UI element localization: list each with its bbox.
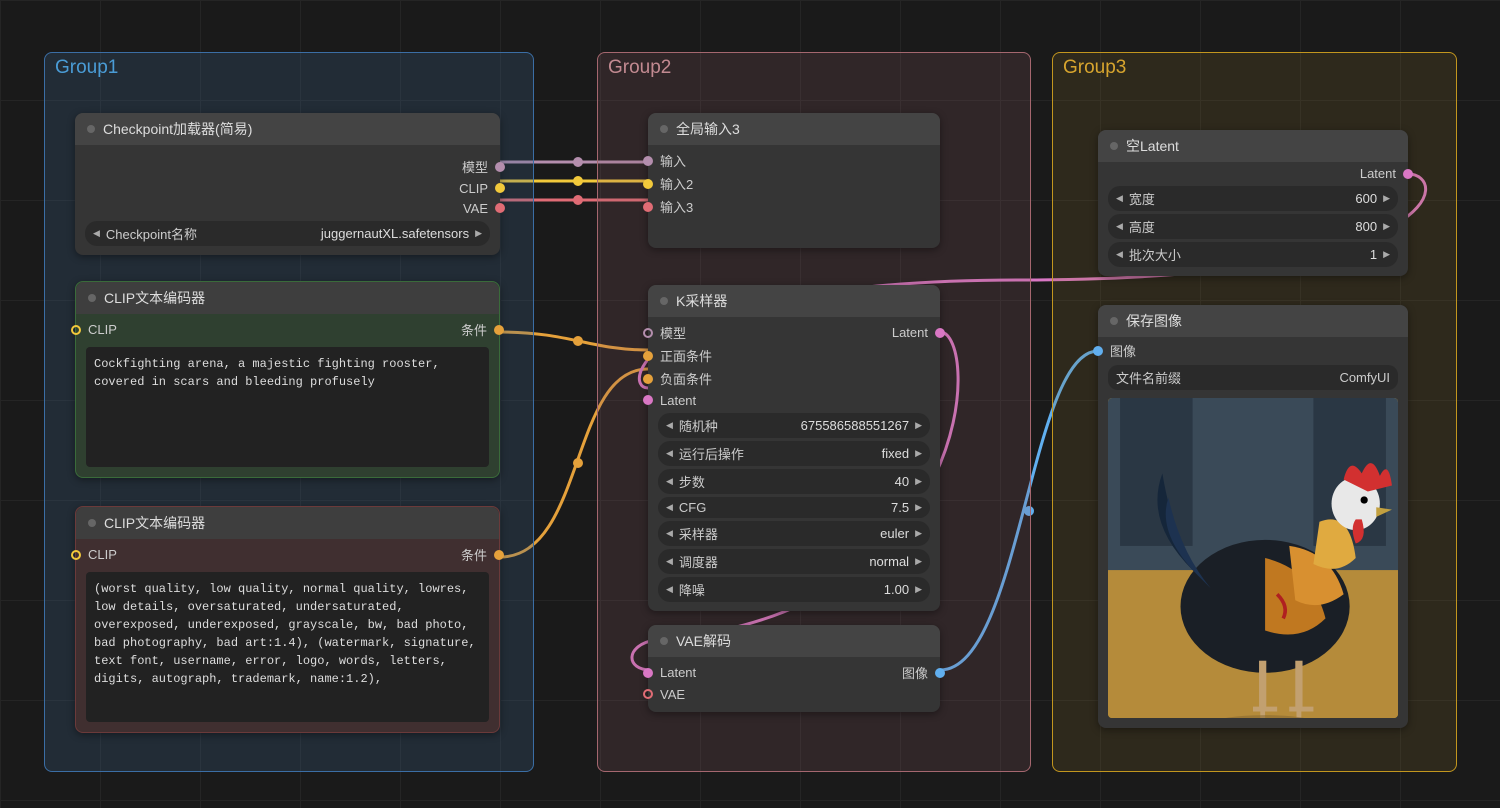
collapse-icon[interactable] [1110, 317, 1118, 325]
input-port-negative[interactable] [643, 374, 653, 384]
node-ksampler[interactable]: K采样器 模型 Latent 正面条件 负面条件 Latent 随机种 6755… [648, 285, 940, 611]
image-preview[interactable] [1108, 398, 1398, 718]
output-port-conditioning[interactable] [494, 550, 504, 560]
node-title: 全局输入3 [676, 119, 740, 139]
collapse-icon[interactable] [660, 637, 668, 645]
input-port-2[interactable] [643, 179, 653, 189]
node-clip-text-positive[interactable]: CLIP文本编码器 CLIP 条件 Cockfighting arena, a … [75, 281, 500, 478]
input-label: 负面条件 [660, 369, 712, 388]
input-port-1[interactable] [643, 156, 653, 166]
input-label: 输入2 [660, 174, 693, 193]
output-port-conditioning[interactable] [494, 325, 504, 335]
output-port-latent[interactable] [935, 328, 945, 338]
node-header[interactable]: Checkpoint加载器(简易) [75, 113, 500, 145]
node-header[interactable]: CLIP文本编码器 [76, 507, 499, 539]
node-title: CLIP文本编码器 [104, 513, 205, 533]
collapse-icon[interactable] [88, 294, 96, 302]
widget-label: Checkpoint名称 [93, 224, 197, 243]
input-label: 图像 [1110, 341, 1136, 360]
height-widget[interactable]: 高度 800 [1108, 214, 1398, 239]
node-title: CLIP文本编码器 [104, 288, 205, 308]
output-label: 条件 [461, 320, 487, 339]
node-header[interactable]: 空Latent [1098, 130, 1408, 162]
input-label: CLIP [88, 547, 117, 562]
denoise-widget[interactable]: 降噪 1.00 [658, 577, 930, 602]
collapse-icon[interactable] [87, 125, 95, 133]
node-header[interactable]: K采样器 [648, 285, 940, 317]
widget-value: juggernautXL.safetensors [321, 226, 482, 241]
after-gen-widget[interactable]: 运行后操作 fixed [658, 441, 930, 466]
group-title: Group3 [1063, 57, 1126, 79]
node-header[interactable]: CLIP文本编码器 [76, 282, 499, 314]
input-label: CLIP [88, 322, 117, 337]
input-port-positive[interactable] [643, 351, 653, 361]
node-save-image[interactable]: 保存图像 图像 文件名前缀 ComfyUI [1098, 305, 1408, 728]
node-empty-latent[interactable]: 空Latent Latent 宽度 600 高度 800 批次大小 1 [1098, 130, 1408, 276]
output-label: 图像 [902, 663, 928, 682]
prompt-textarea[interactable]: (worst quality, low quality, normal qual… [86, 572, 489, 722]
input-label: 正面条件 [660, 346, 712, 365]
input-label: Latent [660, 393, 696, 408]
scheduler-widget[interactable]: 调度器 normal [658, 549, 930, 574]
input-label: Latent [660, 665, 696, 680]
group-title: Group2 [608, 57, 671, 79]
input-port-clip[interactable] [71, 325, 81, 335]
output-port-image[interactable] [935, 668, 945, 678]
output-port-vae[interactable] [495, 203, 505, 213]
output-label: 条件 [461, 545, 487, 564]
node-title: 空Latent [1126, 136, 1179, 156]
input-port-model[interactable] [643, 328, 653, 338]
output-port-clip[interactable] [495, 183, 505, 193]
input-port-3[interactable] [643, 202, 653, 212]
collapse-icon[interactable] [660, 297, 668, 305]
batch-widget[interactable]: 批次大小 1 [1108, 242, 1398, 267]
width-widget[interactable]: 宽度 600 [1108, 186, 1398, 211]
node-checkpoint-loader[interactable]: Checkpoint加载器(简易) 模型 CLIP VAE Checkpoint… [75, 113, 500, 255]
node-header[interactable]: 保存图像 [1098, 305, 1408, 337]
widget-label: 文件名前缀 [1116, 368, 1181, 387]
widget-value: ComfyUI [1339, 370, 1390, 385]
input-port-vae[interactable] [643, 689, 653, 699]
collapse-icon[interactable] [660, 125, 668, 133]
group-title: Group1 [55, 57, 118, 79]
node-global-input[interactable]: 全局输入3 输入 输入2 输入3 [648, 113, 940, 248]
input-label: 输入 [660, 151, 686, 170]
input-label: 输入3 [660, 197, 693, 216]
output-port-model[interactable] [495, 162, 505, 172]
node-header[interactable]: 全局输入3 [648, 113, 940, 145]
collapse-icon[interactable] [1110, 142, 1118, 150]
node-vae-decode[interactable]: VAE解码 Latent 图像 VAE [648, 625, 940, 712]
output-label: 模型 [462, 157, 488, 176]
node-title: VAE解码 [676, 631, 731, 651]
input-port-latent[interactable] [643, 668, 653, 678]
seed-widget[interactable]: 随机种 675586588551267 [658, 413, 930, 438]
collapse-icon[interactable] [88, 519, 96, 527]
node-title: K采样器 [676, 291, 727, 311]
fileprefix-widget[interactable]: 文件名前缀 ComfyUI [1108, 365, 1398, 390]
node-title: 保存图像 [1126, 311, 1182, 331]
input-port-clip[interactable] [71, 550, 81, 560]
input-port-latent[interactable] [643, 395, 653, 405]
input-label: 模型 [660, 323, 686, 342]
steps-widget[interactable]: 步数 40 [658, 469, 930, 494]
checkpoint-name-widget[interactable]: Checkpoint名称 juggernautXL.safetensors [85, 221, 490, 246]
output-port-latent[interactable] [1403, 169, 1413, 179]
sampler-widget[interactable]: 采样器 euler [658, 521, 930, 546]
node-header[interactable]: VAE解码 [648, 625, 940, 657]
cfg-widget[interactable]: CFG 7.5 [658, 497, 930, 518]
input-port-image[interactable] [1093, 346, 1103, 356]
node-clip-text-negative[interactable]: CLIP文本编码器 CLIP 条件 (worst quality, low qu… [75, 506, 500, 733]
prompt-textarea[interactable]: Cockfighting arena, a majestic fighting … [86, 347, 489, 467]
output-label: Latent [892, 325, 928, 340]
output-label: Latent [1360, 166, 1396, 181]
input-label: VAE [660, 687, 685, 702]
output-label: VAE [463, 201, 488, 216]
node-title: Checkpoint加载器(简易) [103, 119, 252, 139]
output-label: CLIP [459, 181, 488, 196]
